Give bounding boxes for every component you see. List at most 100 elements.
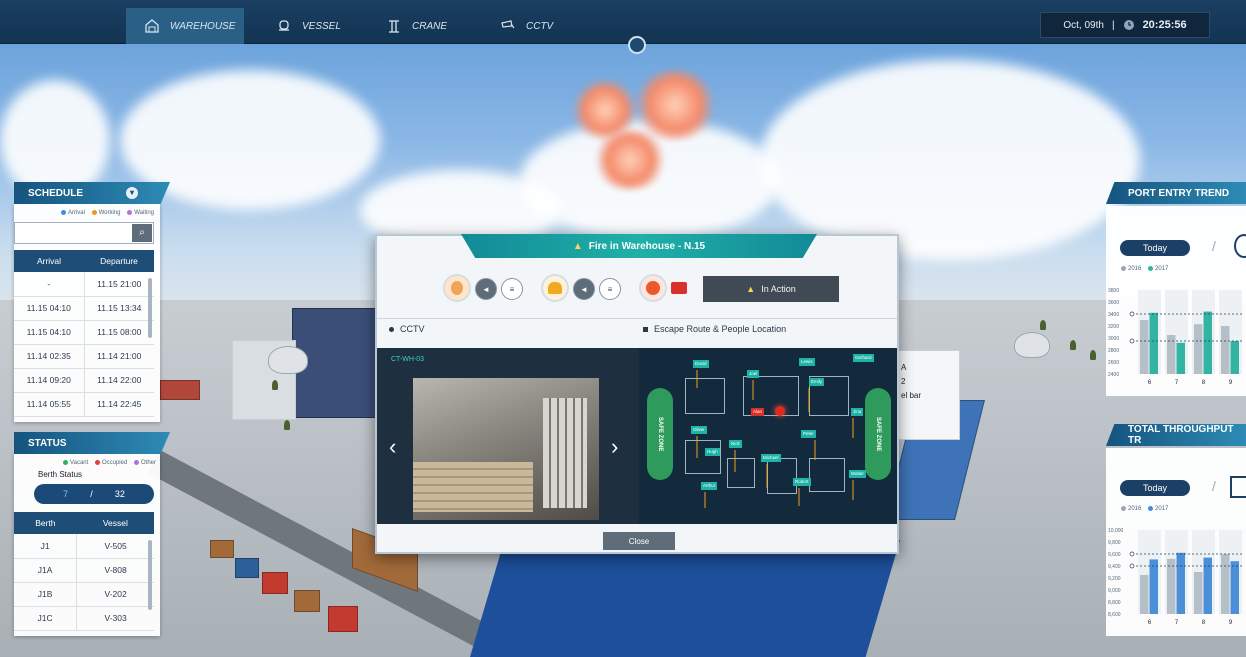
table-row[interactable]: -11.15 21:00 [14, 272, 154, 297]
table-row[interactable]: 11.15 04:10 11.15 08:00 [14, 320, 154, 345]
bar-2016[interactable] [1140, 320, 1149, 374]
settings-icon[interactable] [1230, 476, 1246, 498]
table-row[interactable]: 11.14 09:20 11.14 22:00 [14, 368, 154, 393]
scrollbar[interactable] [148, 278, 152, 338]
berth-status-label: Berth Status [38, 470, 83, 479]
escape-section-label: Escape Route & People Location [643, 324, 786, 334]
legend-label: 2016 [1128, 506, 1142, 513]
y-tick-label: 3000 [1108, 336, 1119, 342]
bar-2016[interactable] [1167, 558, 1176, 614]
container [328, 606, 358, 632]
berth-cell: J1C [14, 606, 78, 631]
port-entry-panel: Today / 2016 2017 3800 3600 3400 3200 3000 28… [1106, 206, 1246, 396]
bar-2017[interactable] [1230, 561, 1240, 614]
bar-2017[interactable] [1230, 341, 1240, 374]
y-tick-label: 9,200 [1108, 576, 1121, 582]
today-toggle[interactable]: Today [1120, 480, 1190, 496]
bar-2016[interactable] [1221, 554, 1230, 614]
x-tick-label: 6 [1148, 620, 1152, 626]
port-entry-panel-title: PORT ENTRY TREND [1106, 182, 1246, 204]
status-legend: Vacant Occupied Other [58, 460, 156, 466]
tab-label: CRANE [412, 20, 448, 32]
y-tick-label: 2800 [1108, 348, 1119, 354]
tab-crane[interactable]: CRANE [368, 8, 478, 44]
tab-warehouse[interactable]: WAREHOUSE [126, 8, 244, 44]
close-button[interactable]: Close [603, 532, 675, 550]
vessel-cell: V-202 [76, 582, 154, 607]
column-header: Arrival [14, 250, 84, 272]
tab-label: WAREHOUSE [170, 20, 236, 32]
bar-2016[interactable] [1194, 324, 1203, 374]
gear-icon[interactable] [1234, 234, 1246, 258]
berth-status-pill: 7 / 32 [34, 484, 154, 504]
status-panel: Vacant Occupied Other Berth Status 7 / 3… [14, 454, 160, 636]
megaphone-icon[interactable]: ◄ [475, 278, 497, 300]
scrollbar[interactable] [148, 540, 152, 610]
today-toggle[interactable]: Today [1120, 240, 1190, 256]
status-label: In Action [761, 284, 796, 294]
bar-2017[interactable] [1203, 311, 1213, 374]
table-row[interactable]: J1 V-505 [14, 534, 154, 559]
tree [1070, 340, 1076, 350]
cctv-video-feed[interactable] [413, 378, 599, 520]
tree [272, 380, 278, 390]
search-icon[interactable]: ⌕ [132, 224, 152, 242]
legend-label: Waiting [134, 210, 154, 217]
tab-vessel[interactable]: VESSEL [258, 8, 368, 44]
tab-cctv[interactable]: CCTV [482, 8, 582, 44]
bar-2017[interactable] [1176, 342, 1186, 374]
berth-cell: J1 [14, 534, 78, 559]
legend-label: Other [140, 460, 156, 467]
x-tick-label: 8 [1202, 620, 1206, 626]
avatar-worker [541, 274, 569, 302]
table-row[interactable]: J1C V-303 [14, 606, 154, 631]
date-text: Oct, 09th [1063, 19, 1104, 31]
berth-total-count: 32 [114, 489, 125, 499]
legend-dot [94, 460, 100, 465]
bar-2017[interactable] [1176, 552, 1186, 614]
warning-icon: ▲ [572, 240, 583, 252]
y-tick-label: 9,400 [1108, 564, 1121, 570]
in-action-status-button[interactable]: ▲ In Action [703, 276, 839, 302]
list-icon[interactable]: ≡ [501, 278, 523, 300]
table-header-row: Berth Vessel [14, 512, 154, 534]
next-camera-arrow[interactable]: › [611, 436, 618, 458]
bar-2017[interactable] [1149, 559, 1159, 614]
container [210, 540, 234, 558]
status-title: STATUS [28, 437, 67, 449]
arrival-cell: 11.15 04:10 [14, 296, 85, 321]
cctv-icon [501, 20, 515, 29]
list-icon[interactable]: ≡ [599, 278, 621, 300]
y-tick-label: 3200 [1108, 324, 1119, 330]
schedule-panel-title: SCHEDULE ▾ [14, 182, 170, 204]
arrival-cell: 11.14 05:55 [14, 392, 85, 417]
vessel-icon [279, 20, 289, 31]
date-time-display: Oct, 09th | 20:25:56 [1040, 12, 1210, 38]
bar-2016[interactable] [1140, 575, 1149, 614]
legend-label: 2016 [1128, 266, 1142, 273]
bar-2016[interactable] [1194, 572, 1203, 614]
crane-icon [389, 20, 399, 33]
nav-collapse-toggle[interactable] [628, 36, 646, 54]
container [262, 572, 288, 594]
bar-2017[interactable] [1149, 312, 1159, 374]
chevron-down-icon[interactable]: ▾ [126, 187, 138, 199]
table-row[interactable]: 11.15 04:10 11.15 13:34 [14, 296, 154, 321]
fire-smoke [630, 70, 720, 140]
table-row[interactable]: 11.14 05:55 11.14 22:45 [14, 392, 154, 417]
table-row[interactable]: J1A V-808 [14, 558, 154, 583]
legend-dot [1121, 506, 1126, 511]
schedule-panel: Arrival Working Waiting ⌕ Arrival Depart… [14, 204, 160, 422]
bar-2016[interactable] [1221, 326, 1230, 374]
tree [284, 420, 290, 430]
table-row[interactable]: 11.14 02:35 11.14 21:00 [14, 344, 154, 369]
column-header: Vessel [76, 512, 154, 534]
departure-cell: 11.14 21:00 [84, 344, 154, 369]
column-header: Departure [84, 250, 154, 272]
megaphone-icon[interactable]: ◄ [573, 278, 595, 300]
throughput-panel-title: TOTAL THROUGHPUT TR [1106, 424, 1246, 446]
alert-header: ▲ Fire in Warehouse - N.15 [461, 234, 817, 258]
previous-camera-arrow[interactable]: ‹ [389, 436, 396, 458]
chart-legend: 2016 2017 [1116, 266, 1168, 272]
table-row[interactable]: J1B V-202 [14, 582, 154, 607]
